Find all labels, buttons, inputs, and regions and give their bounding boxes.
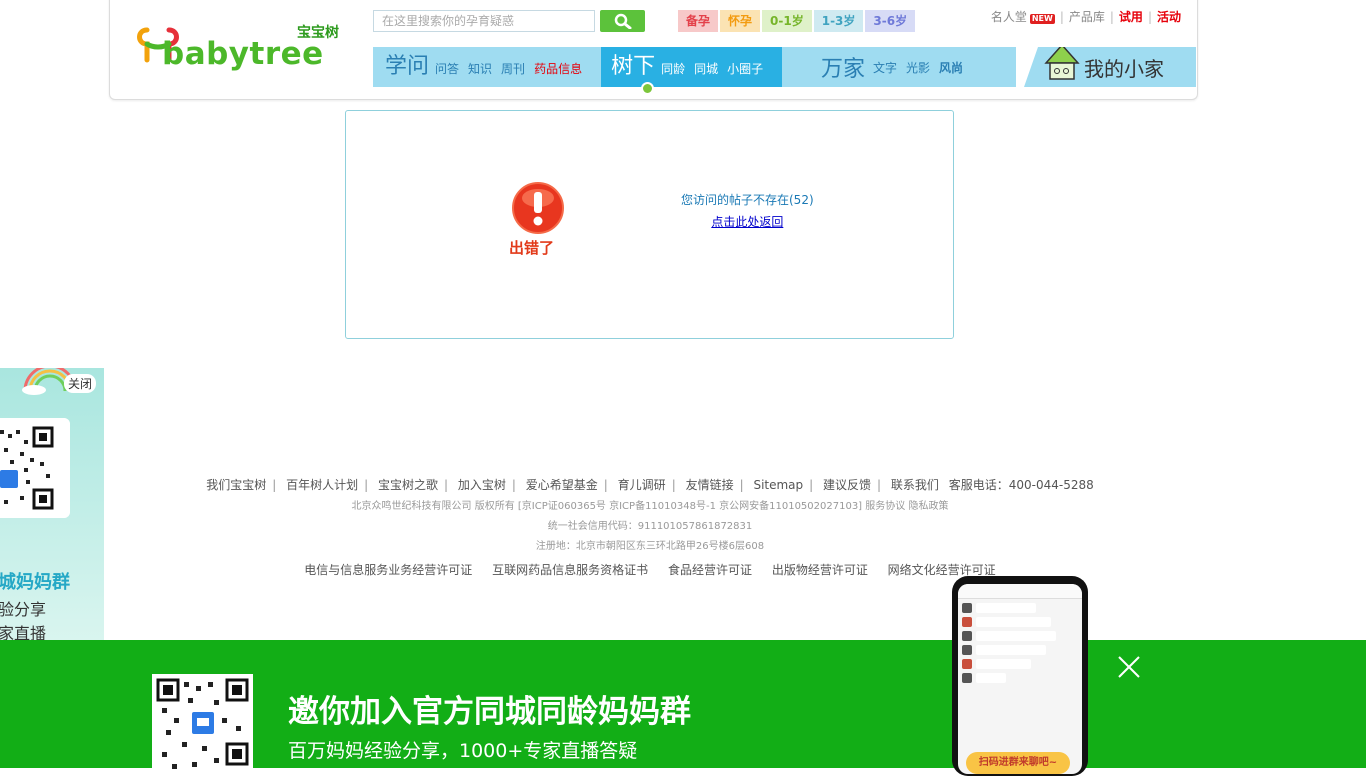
nav-sub-tongling[interactable]: 同龄 bbox=[661, 49, 685, 89]
footer-hotline: 客服电话：400-044-5288 bbox=[948, 478, 1094, 492]
error-message-block: 您访问的帖子不存在(52) 点击此处返回 bbox=[681, 191, 814, 230]
site-header: 宝宝树 babytree 在这里搜索你的孕育疑惑 备孕 怀孕 0-1岁 1-3岁… bbox=[109, 0, 1198, 100]
footer-links: 我们宝宝树 | 百年树人计划 | 宝宝树之歌 | 加入宝树 | 爱心希望基金 | 育儿调研… bbox=[206, 478, 1094, 492]
nav-group-xuewen: 学问 问答 知识 周刊 药品信息 bbox=[373, 47, 601, 87]
phone-cta-label: 扫码进群来聊吧~ bbox=[966, 752, 1070, 774]
hall-of-fame-link[interactable]: 名人堂 NEW bbox=[991, 8, 1055, 25]
license-telecom[interactable]: 电信与信息服务业务经营许可证 bbox=[304, 563, 472, 577]
search-icon bbox=[614, 13, 631, 29]
footer-credit-code: 统一社会信用代码：911101057861872831 bbox=[547, 521, 753, 532]
top-links: 名人堂 NEW | 产品库 | 试用 | 活动 bbox=[991, 8, 1181, 25]
license-food[interactable]: 食品经营许可证 bbox=[668, 563, 752, 577]
hall-of-fame-label: 名人堂 bbox=[990, 10, 1027, 24]
footer-link-bainianshuren[interactable]: 百年树人计划 bbox=[286, 478, 358, 492]
trial-link[interactable]: 试用 bbox=[1119, 8, 1143, 25]
search-input[interactable]: 在这里搜索你的孕育疑惑 bbox=[373, 10, 595, 32]
license-culture[interactable]: 网络文化经营许可证 bbox=[888, 563, 996, 577]
side-ad-close-button[interactable]: 关闭 bbox=[64, 374, 97, 393]
close-icon[interactable] bbox=[1116, 654, 1142, 680]
logo-english-text: babytree bbox=[162, 36, 324, 72]
footer-copyright: 北京众鸣世纪科技有限公司 版权所有 [京ICP证060365号 京ICP备110… bbox=[351, 501, 949, 512]
nav-group-shuxia: 树下 同龄 同城 小圈子 bbox=[601, 47, 783, 89]
nav-sub-fengshang[interactable]: 风尚 bbox=[939, 59, 963, 76]
footer-link-about[interactable]: 我们宝宝树 bbox=[206, 478, 266, 492]
my-home-label: 我的小家 bbox=[1084, 57, 1164, 81]
age-tag-3-6[interactable]: 3-6岁 bbox=[865, 10, 916, 32]
nav-xuewen[interactable]: 学问 bbox=[385, 47, 429, 87]
error-panel: 出错了 您访问的帖子不存在(52) 点击此处返回 bbox=[345, 110, 954, 339]
nav-sub-wenda[interactable]: 问答 bbox=[435, 49, 459, 89]
age-tag-huaiyun[interactable]: 怀孕 bbox=[720, 10, 761, 32]
site-footer: 我们宝宝树 | 百年树人计划 | 宝宝树之歌 | 加入宝树 | 爱心希望基金 | 育儿调研… bbox=[0, 476, 1300, 578]
my-home-button[interactable]: 我的小家 bbox=[1024, 47, 1196, 87]
nav-shuxia[interactable]: 树下 bbox=[611, 47, 655, 87]
nav-sub-xiaoquanzi[interactable]: 小圈子 bbox=[727, 49, 763, 89]
nav-sub-drug-info[interactable]: 药品信息 bbox=[534, 49, 582, 89]
bottom-promo-banner: 邀你加入官方同城同龄妈妈群 百万妈妈经验分享，1000+专家直播答疑 bbox=[0, 640, 1366, 775]
banner-title: 邀你加入官方同城同龄妈妈群 bbox=[288, 694, 691, 730]
footer-link-join[interactable]: 加入宝树 bbox=[458, 478, 506, 492]
footer-address: 注册地：北京市朝阳区东三环北路甲26号楼6层608 bbox=[535, 541, 765, 552]
banner-qr-code bbox=[152, 674, 253, 775]
back-link[interactable]: 点击此处返回 bbox=[681, 213, 814, 230]
search-button[interactable] bbox=[600, 10, 645, 32]
age-tag-0-1[interactable]: 0-1岁 bbox=[762, 10, 812, 32]
divider: | bbox=[1059, 9, 1064, 24]
age-tag-beiyun[interactable]: 备孕 bbox=[678, 10, 719, 32]
main-nav: 学问 问答 知识 周刊 药品信息 树下 同龄 同城 小圈子 bbox=[373, 47, 809, 87]
new-badge: NEW bbox=[1029, 14, 1055, 24]
age-tags: 备孕 怀孕 0-1岁 1-3岁 3-6岁 bbox=[678, 10, 916, 32]
footer-link-contact[interactable]: 联系我们 bbox=[891, 478, 939, 492]
nav-group-wanjia: 万家 文字 光影 风尚 bbox=[809, 47, 1016, 87]
phone-screen bbox=[958, 584, 1082, 774]
divider: | bbox=[1147, 9, 1152, 24]
nav-sub-zhishi[interactable]: 知识 bbox=[468, 49, 492, 89]
phone-mockup-image: 扫码进群来聊吧~ bbox=[952, 576, 1088, 776]
nav-sub-zhoukan[interactable]: 周刊 bbox=[501, 49, 525, 89]
footer-link-feedback[interactable]: 建议反馈 bbox=[823, 478, 871, 492]
active-nav-indicator bbox=[641, 82, 654, 95]
activity-link[interactable]: 活动 bbox=[1157, 8, 1181, 25]
divider: | bbox=[1109, 9, 1114, 24]
house-icon bbox=[1044, 47, 1080, 80]
error-label: 出错了 bbox=[509, 239, 555, 257]
footer-link-charity[interactable]: 爱心希望基金 bbox=[526, 478, 598, 492]
banner-subtitle: 百万妈妈经验分享，1000+专家直播答疑 bbox=[288, 740, 638, 762]
license-drug-info[interactable]: 互联网药品信息服务资格证书 bbox=[492, 563, 648, 577]
footer-link-song[interactable]: 宝宝树之歌 bbox=[378, 478, 438, 492]
license-publication[interactable]: 出版物经营许可证 bbox=[772, 563, 868, 577]
footer-link-sitemap[interactable]: Sitemap bbox=[753, 478, 803, 492]
footer-link-survey[interactable]: 育儿调研 bbox=[618, 478, 666, 492]
side-ad-line2: 验分享 bbox=[0, 600, 47, 619]
age-tag-1-3[interactable]: 1-3岁 bbox=[813, 10, 864, 32]
footer-link-friend-links[interactable]: 友情链接 bbox=[686, 478, 734, 492]
footer-licenses: 电信与信息服务业务经营许可证 互联网药品信息服务资格证书 食品经营许可证 出版物… bbox=[0, 561, 1300, 578]
warning-icon bbox=[512, 182, 564, 234]
side-ad-line3: 家直播 bbox=[0, 624, 47, 640]
nav-wanjia[interactable]: 万家 bbox=[821, 51, 865, 83]
product-library-link[interactable]: 产品库 bbox=[1069, 8, 1105, 25]
error-message: 您访问的帖子不存在(52) bbox=[681, 193, 814, 207]
nav-sub-tongcheng[interactable]: 同城 bbox=[694, 49, 718, 89]
nav-sub-wenzi[interactable]: 文字 bbox=[873, 59, 897, 76]
nav-sub-guangying[interactable]: 光影 bbox=[906, 59, 930, 76]
